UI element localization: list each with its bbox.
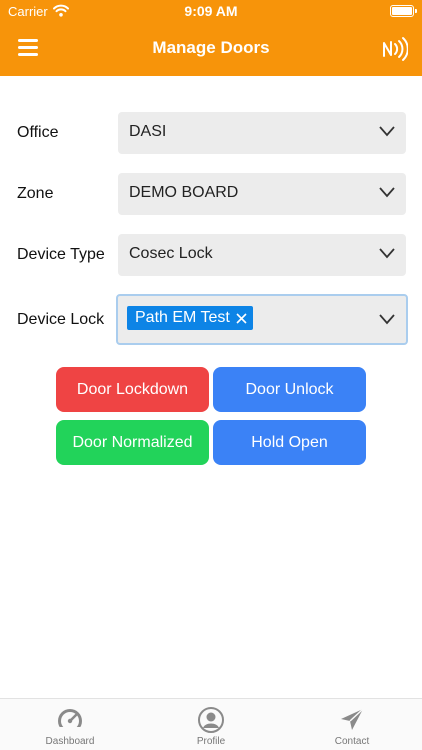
tab-bar: Dashboard Profile Contact (0, 698, 422, 750)
status-time: 9:09 AM (184, 3, 238, 19)
office-value: DASI (129, 123, 167, 140)
tab-label: Profile (196, 736, 226, 747)
close-icon[interactable] (236, 312, 247, 324)
device-type-label: Device Type (17, 246, 105, 263)
zone-value: DEMO BOARD (129, 184, 239, 201)
office-row: Office DASI (0, 112, 422, 154)
door-lockdown-button[interactable]: Door Lockdown (56, 367, 209, 412)
battery-icon (390, 5, 417, 17)
office-label: Office (17, 124, 59, 141)
chevron-down-icon (379, 314, 395, 325)
zone-label: Zone (17, 185, 54, 202)
chip-label: Path EM Test (135, 309, 230, 326)
paper-plane-icon (341, 708, 364, 730)
nav-bar: Manage Doors (0, 22, 422, 76)
nfc-icon[interactable] (380, 36, 408, 62)
office-select[interactable]: DASI (118, 112, 406, 154)
zone-row: Zone DEMO BOARD (0, 173, 422, 215)
tab-dashboard[interactable]: Dashboard (0, 699, 140, 750)
device-type-row: Device Type Cosec Lock (0, 234, 422, 276)
tab-profile[interactable]: Profile (141, 699, 281, 750)
device-lock-label: Device Lock (17, 311, 105, 328)
hold-open-button[interactable]: Hold Open (213, 420, 366, 465)
selected-lock-chip: Path EM Test (127, 306, 253, 330)
chevron-down-icon (379, 126, 395, 137)
tab-label: Dashboard (45, 736, 95, 747)
device-type-select[interactable]: Cosec Lock (118, 234, 406, 276)
speedometer-icon (56, 709, 84, 733)
tab-label: Contact (334, 736, 370, 747)
zone-select[interactable]: DEMO BOARD (118, 173, 406, 215)
door-unlock-button[interactable]: Door Unlock (213, 367, 366, 412)
status-bar: Carrier 9:09 AM (0, 0, 422, 22)
device-lock-select[interactable]: Path EM Test (116, 294, 408, 345)
chevron-down-icon (379, 248, 395, 259)
chevron-down-icon (379, 187, 395, 198)
user-icon (198, 707, 224, 733)
page-title: Manage Doors (152, 38, 270, 57)
device-lock-row: Device Lock Path EM Test (0, 294, 422, 345)
device-type-value: Cosec Lock (129, 245, 213, 262)
tab-contact[interactable]: Contact (282, 699, 422, 750)
door-normalized-button[interactable]: Door Normalized (56, 420, 209, 465)
